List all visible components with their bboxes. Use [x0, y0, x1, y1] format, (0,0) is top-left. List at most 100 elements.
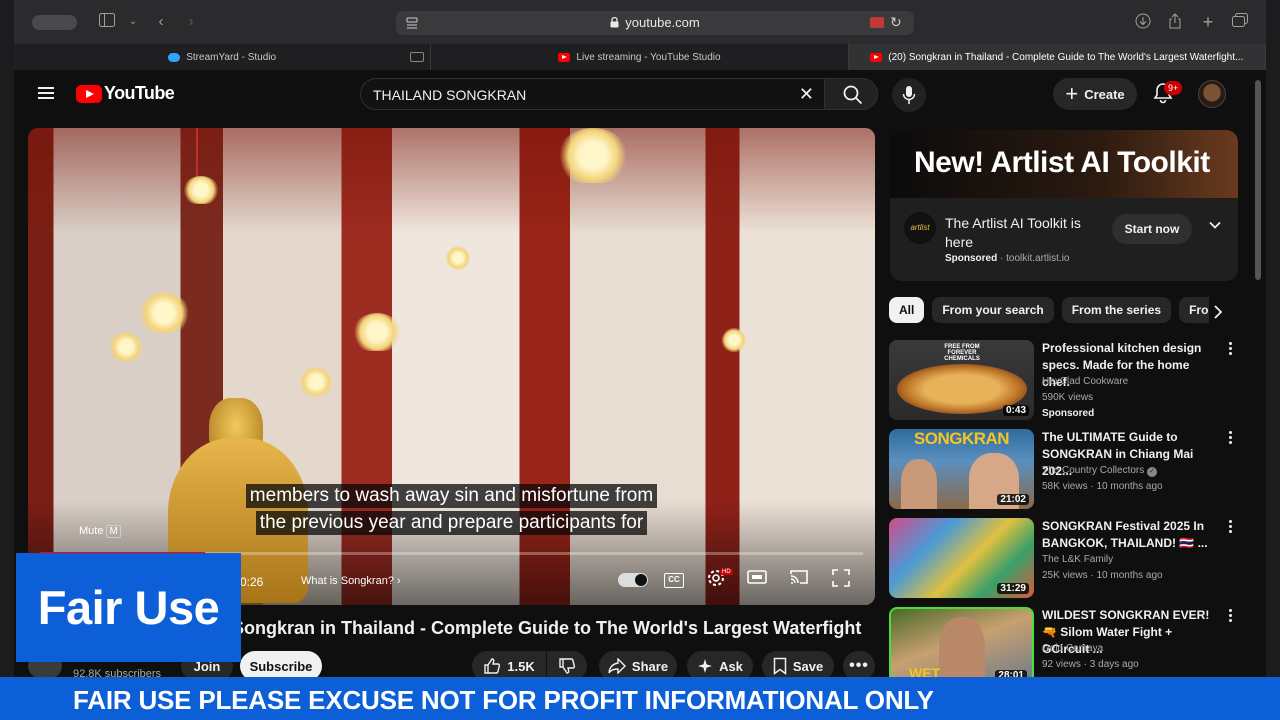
chevron-down-icon[interactable] — [1208, 218, 1222, 232]
recommendation-item[interactable]: 31:29 SONGKRAN Festival 2025 In BANGKOK,… — [889, 518, 1239, 598]
start-now-button[interactable]: Start now — [1112, 214, 1192, 244]
recommendation-channel[interactable]: The L&K Family — [1042, 554, 1113, 565]
recommendation-channel[interactable]: Gelo Camaya — [1042, 643, 1103, 654]
chandelier — [446, 246, 470, 270]
save-label: Save — [792, 658, 824, 674]
recommendation-item[interactable]: FREE FROM FOREVER CHEMICALS 0:43 Profess… — [889, 340, 1239, 420]
tab-overview-icon[interactable] — [1231, 13, 1249, 31]
address-bar[interactable]: youtube.com ↻ — [396, 11, 914, 35]
youtube-logo-icon — [76, 84, 102, 103]
download-icon[interactable] — [1134, 13, 1152, 31]
chapter-label: What is Songkran? — [301, 575, 394, 587]
ad-meta: Sponsored · toolkit.artlist.io — [945, 253, 1070, 264]
ask-label: Ask — [719, 658, 743, 674]
ad-title[interactable]: The Artlist AI Toolkit is here — [945, 214, 1105, 252]
tab-youtube-studio[interactable]: Live streaming - YouTube Studio — [431, 44, 849, 70]
plus-icon: + — [1065, 81, 1079, 106]
youtube-header: YouTube THAILAND SONGKRAN ✕ + Create 9+ — [14, 70, 1266, 120]
share-label: Share — [631, 658, 669, 674]
search-input[interactable]: THAILAND SONGKRAN ✕ — [360, 78, 824, 110]
window-controls[interactable] — [32, 15, 77, 30]
microphone-icon — [902, 86, 916, 104]
recommendation-channel[interactable]: The Country Collectors ✓ — [1042, 465, 1158, 477]
sidebar-icon[interactable] — [98, 13, 116, 31]
tab-label: (20) Songkran in Thailand - Complete Gui… — [888, 51, 1244, 63]
chip-all[interactable]: All — [889, 297, 925, 323]
ad-banner[interactable]: New! Artlist AI Toolkit — [890, 130, 1238, 198]
chevron-down-icon[interactable]: ⌄ — [124, 13, 142, 31]
channel-name: The Country Collectors — [1042, 465, 1145, 476]
recommendation-item[interactable]: WET 28:01 WILDEST SONGKRAN EVER! 🔫 Silom… — [889, 607, 1239, 687]
chip-from-your-search[interactable]: From your search — [932, 297, 1054, 323]
fair-use-banner-text: FAIR USE PLEASE EXCUSE NOT FOR PROFIT IN… — [73, 685, 934, 715]
recommendation-meta: 590K views — [1042, 392, 1094, 403]
ad-domain: toolkit.artlist.io — [1006, 253, 1070, 264]
fullscreen-icon[interactable] — [830, 569, 852, 591]
thumbs-up-icon — [484, 658, 501, 674]
chandelier — [138, 293, 190, 333]
bookmark-icon — [773, 657, 787, 675]
person-figure — [901, 459, 937, 509]
streamyard-icon — [168, 52, 181, 62]
back-icon[interactable]: ‹ — [152, 13, 170, 31]
video-thumbnail[interactable]: WET 28:01 — [889, 607, 1034, 687]
logo-text: YouTube — [104, 83, 175, 103]
share-arrow-icon — [608, 658, 626, 674]
youtube-logo[interactable]: YouTube — [76, 83, 175, 104]
page-scrollbar[interactable] — [1255, 80, 1261, 280]
fair-use-overlay: Fair Use — [16, 553, 241, 662]
chapter-button[interactable]: What is Songkran? › — [301, 575, 401, 587]
new-tab-icon[interactable]: + — [1199, 13, 1217, 31]
recommendation-meta: 92 views · 3 days ago — [1042, 659, 1139, 670]
youtube-icon — [870, 52, 883, 62]
sparkle-icon — [698, 659, 713, 673]
reload-icon[interactable]: ↻ — [890, 14, 902, 31]
recommendation-item[interactable]: SONGKRAN 21:02 The ULTIMATE Guide to SON… — [889, 429, 1239, 509]
voice-search-button[interactable] — [892, 78, 926, 112]
advertiser-logo[interactable]: artlist — [904, 212, 936, 244]
theater-mode-icon[interactable] — [746, 569, 768, 591]
video-player[interactable]: members to wash away sin and misfortune … — [28, 128, 875, 605]
autoplay-toggle[interactable] — [618, 573, 648, 587]
tab-streamyard[interactable]: StreamYard - Studio — [14, 44, 432, 70]
forward-icon[interactable]: › — [182, 13, 200, 31]
lock-icon — [610, 17, 619, 28]
clear-search-icon[interactable]: ✕ — [799, 84, 814, 105]
verified-check-icon: ✓ — [1147, 467, 1158, 477]
more-vertical-icon[interactable] — [1229, 431, 1233, 445]
recommendation-title[interactable]: SONGKRAN Festival 2025 In BANGKOK, THAIL… — [1042, 518, 1220, 552]
more-vertical-icon[interactable] — [1229, 520, 1233, 534]
cast-icon[interactable] — [788, 569, 810, 591]
chip-from-the-series[interactable]: From the series — [1061, 297, 1172, 323]
hamburger-menu-icon[interactable] — [38, 87, 54, 99]
duration-badge: 0:43 — [1002, 405, 1029, 416]
ad-banner-text: New! Artlist AI Toolkit — [914, 146, 1210, 179]
screen-share-icon[interactable] — [410, 52, 425, 62]
sponsored-ad-card[interactable]: New! Artlist AI Toolkit artlist The Artl… — [890, 130, 1238, 281]
video-thumbnail[interactable]: SONGKRAN 21:02 — [889, 429, 1034, 509]
more-vertical-icon[interactable] — [1229, 609, 1233, 623]
more-horizontal-icon: ••• — [849, 657, 869, 674]
chandelier — [298, 368, 334, 396]
browser-toolbar: ⌄ ‹ › youtube.com ↻ + — [14, 0, 1266, 44]
share-icon[interactable] — [1166, 13, 1184, 31]
caption-line: members to wash away sin and misfortune … — [245, 484, 658, 508]
search-button[interactable] — [824, 78, 878, 110]
filter-chips: All From your search From the series Fro — [889, 297, 1209, 325]
search-value: THAILAND SONGKRAN — [373, 87, 527, 103]
account-avatar[interactable] — [1198, 80, 1226, 108]
captions-icon[interactable]: CC — [664, 573, 684, 588]
tab-songkran-video[interactable]: (20) Songkran in Thailand - Complete Gui… — [848, 44, 1266, 70]
chip-truncated[interactable]: Fro — [1179, 297, 1209, 323]
video-thumbnail[interactable]: 31:29 — [889, 518, 1034, 598]
recommendation-channel[interactable]: HexClad Cookware — [1042, 376, 1128, 387]
chevron-right-icon[interactable] — [1210, 303, 1226, 321]
thumbs-down-icon — [559, 658, 576, 674]
thumbnail-caption: SONGKRAN — [913, 429, 1010, 448]
video-thumbnail[interactable]: FREE FROM FOREVER CHEMICALS 0:43 — [889, 340, 1034, 420]
more-vertical-icon[interactable] — [1229, 342, 1233, 356]
youtube-icon — [558, 52, 571, 62]
duration-badge: 31:29 — [997, 583, 1029, 594]
recording-icon[interactable] — [870, 17, 884, 28]
create-button[interactable]: + Create — [1053, 78, 1137, 110]
